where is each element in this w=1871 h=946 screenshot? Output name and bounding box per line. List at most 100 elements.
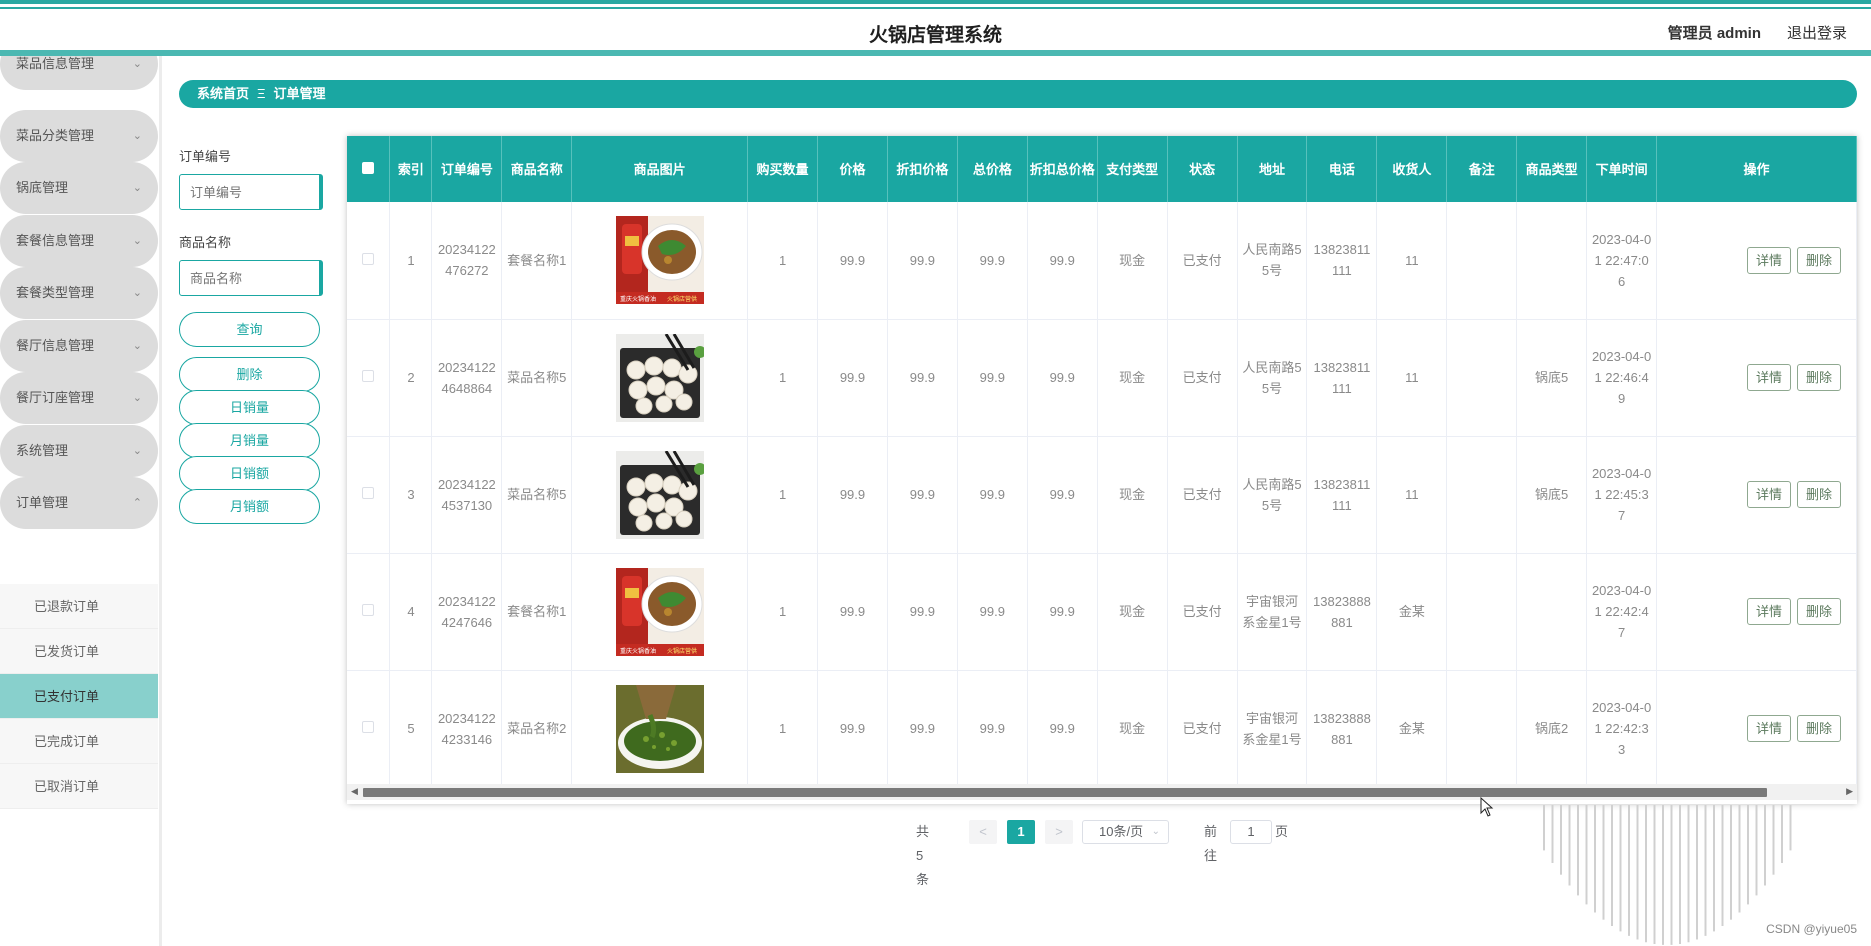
product-type: 锅底5 xyxy=(1535,487,1569,502)
scroll-right-icon[interactable]: ▶ xyxy=(1846,786,1853,797)
table-cell: 202341224648864 xyxy=(431,319,503,437)
current-page[interactable]: 1 xyxy=(1007,820,1035,844)
table-cell: 20234122476272 xyxy=(431,202,503,320)
scrollbar-thumb[interactable] xyxy=(363,788,1767,797)
status: 已支付 xyxy=(1182,604,1222,619)
table-row[interactable]: 2 202341224648864 菜品名称5 1 99.9 99.9 99.9 99.9 现金… xyxy=(347,319,1857,437)
order-time: 2023-04-01 22:42:33 xyxy=(1591,700,1652,757)
detail-button[interactable]: 详情 xyxy=(1746,364,1791,391)
page-size-select[interactable]: 10条/页 ⌄ xyxy=(1082,820,1169,844)
payment-type: 现金 xyxy=(1119,252,1146,268)
product-type: 锅底5 xyxy=(1535,370,1569,385)
row-checkbox[interactable] xyxy=(362,487,375,499)
select-all-header xyxy=(347,136,391,202)
detail-button[interactable]: 详情 xyxy=(1746,246,1791,274)
row-checkbox[interactable] xyxy=(362,370,375,382)
product-name: 套餐名称1 xyxy=(507,604,567,619)
column-header: 电话 xyxy=(1306,136,1378,202)
sidebar-item-dish-category[interactable]: 菜品分类管理 ⌄ xyxy=(0,109,158,162)
address: 人民南路55号 xyxy=(1242,476,1302,513)
row-delete-button[interactable]: 删除 xyxy=(1796,364,1841,391)
table-cell: 99.9 xyxy=(1027,202,1098,320)
table-cell: 99.9 xyxy=(887,553,958,671)
order-no-input[interactable] xyxy=(179,174,323,210)
table-cell: 5 xyxy=(389,670,433,788)
submenu-item[interactable]: 已发货订单 xyxy=(0,629,158,674)
prev-page-button[interactable]: < xyxy=(969,820,997,844)
table-cell: 人民南路55号 xyxy=(1237,319,1308,437)
column-header: 商品类型 xyxy=(1516,136,1588,202)
table-cell: 202341224247646 xyxy=(431,553,503,671)
table-cell: 99.9 xyxy=(887,319,958,437)
table-cell: 锅底5 xyxy=(1516,319,1588,437)
row-delete-button[interactable]: 删除 xyxy=(1796,715,1841,742)
row-checkbox[interactable] xyxy=(362,721,375,733)
breadcrumb-home[interactable]: 系统首页 xyxy=(197,86,249,101)
detail-button[interactable]: 详情 xyxy=(1746,715,1791,742)
column-header: 支付类型 xyxy=(1097,136,1168,202)
row-delete-button[interactable]: 删除 xyxy=(1796,481,1841,508)
table-row[interactable]: 4 202341224247646 套餐名称1 重庆火锅香油 火锅店营供 1 99.9 99.… xyxy=(347,553,1857,671)
table-cell: 99.9 xyxy=(1027,319,1098,437)
table-cell: 套餐名称1 xyxy=(501,202,573,320)
submenu-item[interactable]: 已完成订单 xyxy=(0,719,158,764)
table-cell: 13823888881 xyxy=(1306,553,1378,671)
table-cell xyxy=(1446,436,1518,554)
table-cell: 99.9 xyxy=(817,436,888,554)
row-delete-button[interactable]: 删除 xyxy=(1796,246,1841,274)
row-checkbox[interactable] xyxy=(362,604,375,616)
sidebar-item-label: 餐厅信息管理 xyxy=(16,337,95,353)
sidebar-item-dish-info[interactable]: 菜品信息管理 ⌄ xyxy=(0,56,158,90)
table-cell: 现金 xyxy=(1097,553,1168,671)
table-cell: 99.9 xyxy=(887,436,958,554)
submenu-item[interactable]: 已取消订单 xyxy=(0,764,158,809)
goto-page-input[interactable]: 1 xyxy=(1230,820,1272,844)
row-index: 1 xyxy=(407,252,415,268)
discount-price: 99.9 xyxy=(909,721,936,736)
table-cell: 1 xyxy=(747,319,819,437)
sidebar-item-orders[interactable]: 订单管理 ⌃ xyxy=(0,477,158,529)
sidebar-item-set-meal-type[interactable]: 套餐类型管理 ⌄ xyxy=(0,267,158,319)
table-cell: 已支付 xyxy=(1167,553,1238,671)
monthly-sales-button[interactable]: 月销量 xyxy=(179,423,320,458)
column-header: 价格 xyxy=(817,136,888,202)
row-index: 2 xyxy=(407,370,415,385)
daily-sales-button[interactable]: 日销量 xyxy=(179,390,320,425)
next-page-button[interactable]: > xyxy=(1045,820,1073,844)
monthly-revenue-button[interactable]: 月销额 xyxy=(179,489,320,524)
total-price: 99.9 xyxy=(979,487,1005,502)
daily-revenue-button[interactable]: 日销额 xyxy=(179,456,320,491)
row-checkbox[interactable] xyxy=(362,252,375,265)
sidebar-item-restaurant-info[interactable]: 餐厅信息管理 ⌄ xyxy=(0,319,158,372)
row-delete-button[interactable]: 删除 xyxy=(1796,598,1841,625)
discount-price: 99.9 xyxy=(909,487,936,502)
horizontal-scrollbar[interactable]: ◀ ▶ xyxy=(347,784,1857,800)
table-row[interactable]: 3 202341224537130 菜品名称5 1 99.9 99.9 99.9 99.9 现金… xyxy=(347,436,1857,554)
table-row[interactable]: 1 20234122476272 套餐名称1 重庆火锅香油 火锅店营供 1 99.9 99.9… xyxy=(347,202,1857,320)
table-cell: 金某 xyxy=(1376,670,1448,788)
table-cell: 1 xyxy=(389,202,433,320)
sidebar-item-set-meal-info[interactable]: 套餐信息管理 ⌄ xyxy=(0,214,158,267)
scroll-left-icon[interactable]: ◀ xyxy=(351,786,358,797)
sidebar-item-restaurant-booking[interactable]: 餐厅订座管理 ⌄ xyxy=(0,372,158,424)
submenu-item[interactable]: 已退款订单 xyxy=(0,584,158,629)
app-header: 火锅店管理系统 管理员 admin 退出登录 xyxy=(0,12,1871,56)
table-cell: 锅底5 xyxy=(1516,436,1588,554)
delete-button[interactable]: 删除 xyxy=(179,357,320,392)
quantity: 1 xyxy=(778,370,787,385)
table-cell: 现金 xyxy=(1097,319,1168,437)
product-name-input[interactable] xyxy=(179,260,323,296)
logout-link[interactable]: 退出登录 xyxy=(1787,22,1847,43)
sidebar-item-pot-base[interactable]: 锅底管理 ⌄ xyxy=(0,162,158,214)
table-cell: 金某 xyxy=(1376,553,1448,671)
sidebar-item-label: 订单管理 xyxy=(16,495,69,510)
submenu-item[interactable]: 已支付订单 xyxy=(0,674,158,719)
table-row[interactable]: 5 202341224233146 菜品名称2 1 99.9 99.9 99.9 99.9 现金… xyxy=(347,670,1857,788)
detail-button[interactable]: 详情 xyxy=(1746,481,1791,508)
select-all-checkbox[interactable] xyxy=(362,161,375,174)
table-cell: 11 xyxy=(1376,436,1448,554)
query-button[interactable]: 查询 xyxy=(179,312,320,347)
detail-button[interactable]: 详情 xyxy=(1746,598,1791,625)
table-cell: 人民南路55号 xyxy=(1237,436,1308,554)
sidebar-item-system[interactable]: 系统管理 ⌄ xyxy=(0,424,158,477)
